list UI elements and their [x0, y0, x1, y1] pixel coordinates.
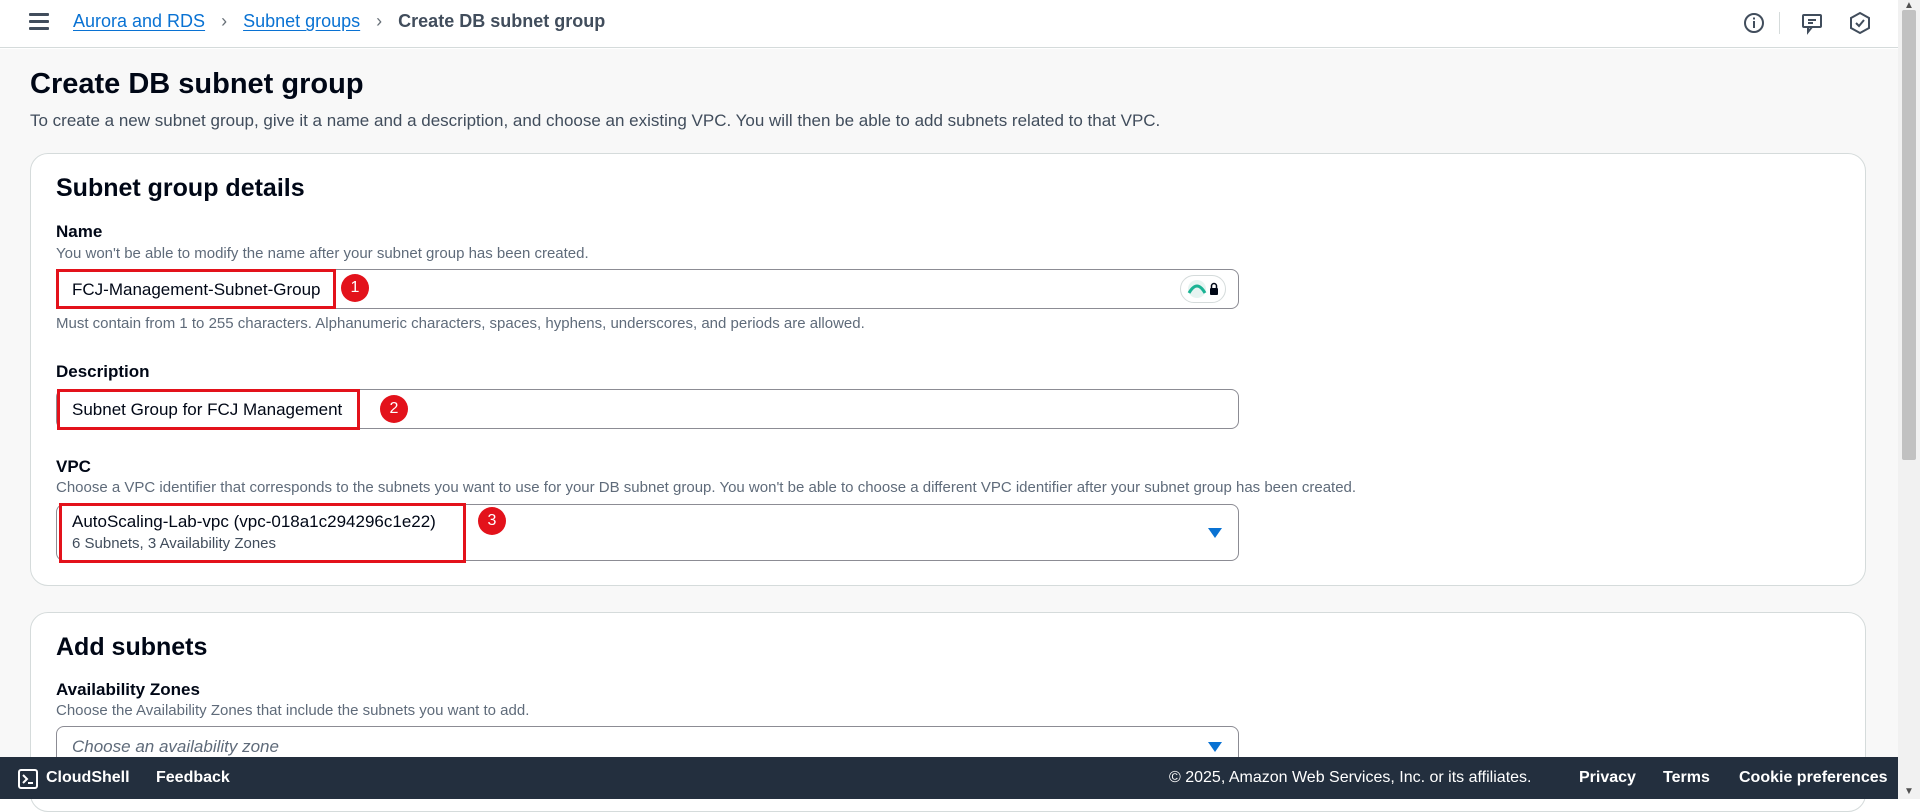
cookie-preferences-link[interactable]: Cookie preferences	[1739, 769, 1888, 787]
breadcrumb-subnet-groups[interactable]: Subnet groups	[243, 11, 360, 32]
scroll-thumb[interactable]	[1902, 10, 1916, 460]
page-title: Create DB subnet group	[30, 68, 364, 100]
card-title: Add subnets	[56, 633, 208, 661]
card-title: Subnet group details	[56, 174, 305, 202]
scroll-down-icon[interactable]: ▼	[1904, 786, 1914, 797]
chevron-right-icon: ›	[221, 11, 228, 31]
footer: CloudShell Feedback © 2025, Amazon Web S…	[0, 757, 1898, 799]
breadcrumb-current: Create DB subnet group	[398, 11, 606, 31]
name-constraint: Must contain from 1 to 255 characters. A…	[56, 315, 865, 332]
feedback-link[interactable]: Feedback	[156, 769, 230, 787]
main-content: Create DB subnet group To create a new s…	[0, 49, 1898, 812]
name-label: Name	[56, 222, 103, 241]
terms-link[interactable]: Terms	[1663, 769, 1710, 787]
az-placeholder: Choose an availability zone	[72, 737, 279, 756]
page-description: To create a new subnet group, give it a …	[30, 111, 1161, 130]
chevron-right-icon: ›	[376, 11, 383, 31]
vpc-hint: Choose a VPC identifier that corresponds…	[56, 479, 1357, 496]
step-badge-3: 3	[478, 507, 506, 535]
menu-icon[interactable]	[29, 13, 49, 31]
cloudshell-icon[interactable]	[18, 769, 38, 789]
privacy-link[interactable]: Privacy	[1579, 769, 1636, 787]
az-hint: Choose the Availability Zones that inclu…	[56, 702, 530, 719]
subnet-group-details-card: Subnet group details Name You won't be a…	[30, 153, 1866, 586]
copyright-text: © 2025, Amazon Web Services, Inc. or its…	[1169, 769, 1532, 786]
vpc-label: VPC	[56, 457, 91, 476]
step-badge-2: 2	[380, 395, 408, 423]
highlight-box	[57, 389, 360, 430]
settings-icon[interactable]	[1848, 11, 1872, 35]
name-hint: You won't be able to modify the name aft…	[56, 245, 589, 262]
caret-down-icon	[1208, 528, 1222, 538]
breadcrumb: Aurora and RDS › Subnet groups › Create …	[73, 11, 605, 32]
description-label: Description	[56, 362, 150, 381]
highlight-box	[59, 503, 466, 563]
info-icon[interactable]	[1742, 11, 1766, 35]
highlight-box	[56, 269, 336, 309]
cloudshell-link[interactable]: CloudShell	[46, 769, 130, 787]
scrollbar[interactable]: ▲ ▼	[1898, 0, 1920, 799]
feedback-icon[interactable]	[1800, 11, 1824, 35]
breadcrumb-aurora-rds[interactable]: Aurora and RDS	[73, 11, 205, 32]
divider	[1779, 12, 1780, 34]
step-badge-1: 1	[341, 274, 369, 302]
top-navigation-bar: Aurora and RDS › Subnet groups › Create …	[0, 0, 1898, 48]
password-manager-icon[interactable]	[1180, 275, 1226, 303]
az-label: Availability Zones	[56, 680, 200, 699]
caret-down-icon	[1208, 742, 1222, 752]
